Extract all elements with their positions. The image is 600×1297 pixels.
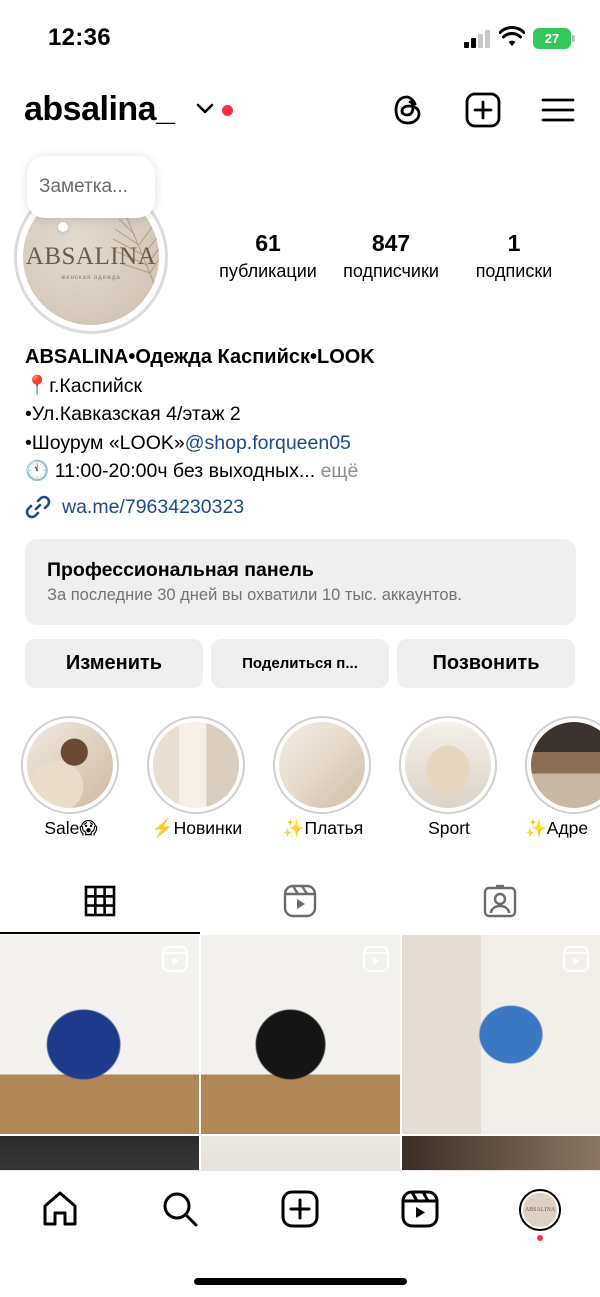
link-icon — [25, 495, 51, 519]
share-profile-button[interactable]: Поделиться п... — [211, 639, 389, 688]
profile-notification-dot — [537, 1235, 543, 1241]
threads-icon[interactable] — [390, 92, 426, 128]
search-icon[interactable] — [160, 1189, 200, 1229]
profile-nav-avatar[interactable]: ABSALINA — [519, 1189, 561, 1231]
avatar-tagline: женская одежда — [61, 275, 121, 281]
reel-badge-icon — [362, 945, 390, 973]
stat-posts[interactable]: 61 публикации — [210, 228, 326, 284]
username[interactable]: absalina_ — [24, 90, 175, 129]
highlight-dresses[interactable]: ✨Платья — [273, 716, 373, 839]
tab-posts-grid[interactable] — [0, 868, 200, 934]
posts-grid — [0, 935, 600, 1175]
bio-name: ABSALINA•Одежда Каспийск•LOOK — [25, 346, 375, 368]
highlight-cover — [27, 722, 113, 808]
highlight-label: ✨Платья — [282, 818, 364, 838]
reel-badge-icon — [161, 945, 189, 973]
highlight-cover — [405, 722, 491, 808]
note-placeholder: Заметка... — [39, 176, 128, 197]
grid-icon — [84, 885, 116, 917]
home-icon[interactable] — [40, 1189, 80, 1229]
chevron-down-icon[interactable] — [196, 102, 214, 116]
highlight-sale[interactable]: Sale😱 — [21, 716, 121, 839]
tab-tagged[interactable] — [400, 868, 600, 934]
bio-hours: 🕚 11:00-20:00ч без выходных... ещё — [25, 457, 585, 486]
tagged-icon — [483, 884, 517, 918]
battery-icon: 27 — [533, 28, 575, 49]
stat-followers-label: подписчики — [343, 261, 439, 281]
highlight-new[interactable]: ⚡️Новинки — [147, 716, 247, 839]
bio-more-link[interactable]: ещё — [321, 460, 359, 482]
note-bubble[interactable]: Заметка... — [27, 156, 155, 218]
post-thumbnail[interactable] — [201, 935, 400, 1134]
bottom-navigation: ABSALINA — [0, 1170, 600, 1297]
stat-posts-count: 61 — [255, 230, 281, 256]
active-tab-indicator — [0, 932, 200, 934]
avatar-brand: ABSALINA — [25, 243, 157, 270]
stat-following-count: 1 — [507, 230, 521, 256]
bio-showroom: •Шоурум «LOOK»@shop.forqueen05 — [25, 429, 585, 458]
reels-nav-icon[interactable] — [400, 1189, 440, 1229]
home-indicator — [194, 1278, 407, 1285]
highlight-sport[interactable]: Sport — [399, 716, 499, 839]
create-post-icon[interactable] — [465, 92, 501, 128]
reel-badge-icon — [562, 945, 590, 973]
notification-dot — [222, 105, 233, 116]
stat-posts-label: публикации — [219, 261, 317, 281]
stat-following[interactable]: 1 подписки — [458, 228, 570, 284]
bio-showroom-text: •Шоурум «LOOK» — [25, 431, 185, 454]
highlight-cover — [531, 722, 600, 808]
highlight-label: ⚡️Новинки — [151, 818, 243, 838]
status-bar: 12:36 27 — [0, 0, 600, 80]
wifi-icon — [499, 26, 525, 46]
create-icon[interactable] — [280, 1189, 320, 1229]
profile-nav-avatar-brand: ABSALINA — [523, 1193, 557, 1227]
bio-address: •Ул.Кавказская 4/этаж 2 — [25, 403, 241, 425]
stat-followers[interactable]: 847 подписчики — [332, 228, 450, 284]
note-tail — [58, 222, 68, 232]
profile-header: absalina_ — [0, 88, 600, 136]
highlight-address[interactable]: ✨Адре — [525, 716, 600, 839]
bio-website-link[interactable]: wa.me/79634230323 — [24, 492, 244, 522]
dashboard-title: Профессиональная панель — [47, 559, 314, 581]
menu-icon[interactable] — [540, 92, 576, 128]
profile-bio: ABSALINA•Одежда Каспийск•LOOK 📍г.Каспийс… — [25, 343, 585, 486]
bio-location: 📍г.Каспийск — [25, 374, 143, 397]
bio-mention-link[interactable]: @shop.forqueen05 — [185, 432, 351, 454]
post-thumbnail[interactable] — [0, 935, 199, 1134]
highlight-cover — [153, 722, 239, 808]
tab-reels[interactable] — [200, 868, 400, 934]
highlight-label: ✨Адре — [525, 818, 589, 838]
stat-following-label: подписки — [475, 261, 553, 281]
professional-dashboard[interactable]: Профессиональная панель За последние 30 … — [25, 539, 576, 625]
dashboard-subtitle: За последние 30 дней вы охватили 10 тыс.… — [47, 586, 462, 604]
status-time: 12:36 — [48, 24, 111, 51]
stat-followers-count: 847 — [371, 230, 411, 256]
highlight-label: Sport — [428, 818, 470, 838]
cellular-signal-icon — [464, 30, 492, 48]
highlight-cover — [279, 722, 365, 808]
profile-tabs — [0, 868, 600, 934]
bio-website-text: wa.me/79634230323 — [62, 495, 245, 518]
call-button[interactable]: Позвонить — [397, 639, 575, 688]
highlight-label: Sale😱 — [44, 818, 98, 838]
bio-hours-text: 🕚 11:00-20:00ч без выходных... — [25, 460, 316, 482]
edit-profile-button[interactable]: Изменить — [25, 639, 203, 688]
reels-icon — [283, 884, 317, 918]
post-thumbnail[interactable] — [402, 935, 600, 1134]
